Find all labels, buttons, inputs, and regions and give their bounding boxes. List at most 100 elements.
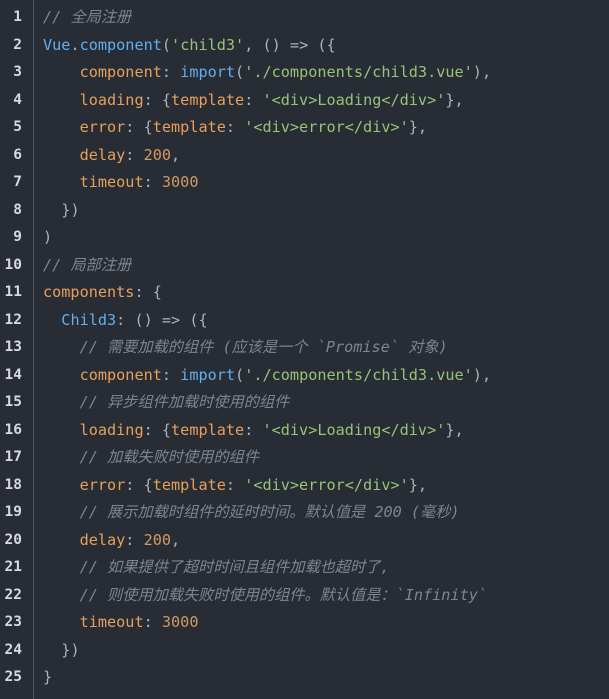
code-token-prop: error [79, 118, 126, 136]
code-token-punc: : [125, 530, 144, 549]
line-code: // 展示加载时组件的延时时间。默认值是 200 (毫秒) [43, 499, 460, 527]
line-number: 17 [4, 449, 22, 465]
line-number: 3 [13, 64, 22, 80]
line-number: 12 [4, 311, 22, 328]
code-line[interactable]: 8 }) [0, 197, 609, 225]
code-line[interactable]: 15 // 异步组件加载时使用的组件 [0, 389, 609, 417]
code-line[interactable]: 13 // 需要加载的组件 (应该是一个 `Promise` 对象) [0, 334, 609, 362]
code-line[interactable]: 9) [0, 224, 609, 252]
line-number: 21 [4, 559, 22, 575]
code-token-punc: : [225, 475, 245, 494]
code-token-punc: ), [472, 63, 492, 81]
code-token-comment: // 则使用加载失败时使用的组件。默认值是：`Infinity` [79, 585, 488, 604]
line-number: 13 [4, 339, 22, 355]
code-line[interactable]: 6 delay: 200, [0, 142, 609, 170]
line-code: // 如果提供了超时时间且组件加载也超时了, [43, 554, 390, 582]
code-token-punc: : [125, 145, 144, 164]
code-token-punc: : { [134, 283, 162, 301]
code-token-comment: // 展示加载时组件的延时时间。默认值是 200 (毫秒) [79, 503, 460, 521]
code-token-str: 'child3' [171, 35, 245, 54]
code-token-prop: delay [79, 530, 126, 549]
line-number: 2 [13, 36, 22, 53]
code-token-punc: }, [408, 118, 428, 136]
line-code: loading: {template: '<div>Loading</div>'… [43, 87, 464, 115]
line-code: // 加载失败时使用的组件 [43, 444, 259, 472]
code-line[interactable]: 17 // 加载失败时使用的组件 [0, 444, 609, 472]
line-code: // 异步组件加载时使用的组件 [43, 389, 290, 417]
code-token-prop: template [152, 118, 226, 136]
code-token-prop: components [43, 283, 135, 301]
code-line[interactable]: 12 Child3: () => ({ [0, 307, 609, 335]
code-token-punc: : { [125, 475, 153, 494]
code-token-str: '<div>error</div>' [244, 118, 409, 136]
code-token-punc: : [225, 118, 245, 136]
code-token-prop: timeout [79, 173, 144, 191]
line-code: delay: 200, [43, 527, 181, 555]
line-code: ) [43, 224, 52, 252]
line-number: 23 [4, 614, 22, 630]
line-number: 25 [4, 669, 22, 685]
code-token-str: '<div>Loading</div>' [262, 90, 446, 109]
code-line[interactable]: 1 // 全局注册 [0, 4, 609, 32]
code-token-punc: : [244, 420, 263, 439]
line-code: error: {template: '<div>error</div>'}, [43, 114, 428, 142]
code-token-str: '<div>Loading</div>' [262, 420, 446, 439]
code-line[interactable]: 24 }) [0, 637, 609, 665]
code-token-num: 3000 [161, 173, 199, 191]
code-line[interactable]: 22 // 则使用加载失败时使用的组件。默认值是：`Infinity` [0, 582, 609, 610]
code-line[interactable]: 25} [0, 664, 609, 692]
code-token-punc: : [161, 365, 181, 384]
code-token-prop: component [79, 63, 162, 81]
code-token-func: import [180, 365, 236, 384]
code-line[interactable]: 3 component: import('./components/child3… [0, 59, 609, 87]
code-line[interactable]: 16 loading: {template: '<div>Loading</di… [0, 417, 609, 445]
code-line[interactable]: 23 timeout: 3000 [0, 609, 609, 637]
code-line[interactable]: 19 // 展示加载时组件的延时时间。默认值是 200 (毫秒) [0, 499, 609, 527]
code-token-num: 200 [143, 530, 172, 549]
code-token-comment: // 异步组件加载时使用的组件 [79, 393, 290, 411]
code-line[interactable]: 10 // 局部注册 [0, 252, 609, 280]
line-code: }) [43, 197, 80, 225]
code-token-prop: timeout [79, 613, 144, 631]
code-token-obj: Vue [43, 35, 71, 54]
line-code: // 全局注册 [43, 4, 131, 32]
code-token-prop: loading [79, 90, 144, 109]
code-line[interactable]: 11 components: { [0, 279, 609, 307]
code-token-str: '<div>error</div>' [244, 475, 409, 494]
code-token-punc: : [143, 173, 162, 191]
code-token-punc: : () => ({ [116, 310, 208, 329]
code-line[interactable]: 21 // 如果提供了超时时间且组件加载也超时了, [0, 554, 609, 582]
line-number: 14 [4, 366, 22, 383]
code-line[interactable]: 2 Vue.component('child3', () => ({ [0, 32, 609, 60]
code-token-punc: }, [445, 420, 464, 439]
line-number: 18 [4, 476, 22, 493]
code-token-punc: }) [61, 200, 80, 219]
code-token-punc: , [171, 145, 181, 164]
line-number: 9 [13, 229, 22, 245]
code-line[interactable]: 4 loading: {template: '<div>Loading</div… [0, 87, 609, 115]
code-line[interactable]: 14 component: import('./components/child… [0, 362, 609, 390]
code-token-punc: ( [235, 63, 245, 81]
code-line[interactable]: 18 error: {template: '<div>error</div>'}… [0, 472, 609, 500]
code-editor[interactable]: 1// 全局注册 2 Vue.component('child3', () => (… [0, 0, 609, 699]
code-token-func: import [180, 63, 236, 81]
code-token-prop: error [79, 475, 126, 494]
code-line[interactable]: 5 error: {template: '<div>error</div>'}, [0, 114, 609, 142]
code-token-punc: ( [235, 365, 245, 384]
code-line[interactable]: 20 delay: 200, [0, 527, 609, 555]
code-token-prop: template [171, 420, 245, 439]
code-line[interactable]: 7 timeout: 3000 [0, 169, 609, 197]
line-code: component: import('./components/child3.v… [43, 362, 492, 390]
